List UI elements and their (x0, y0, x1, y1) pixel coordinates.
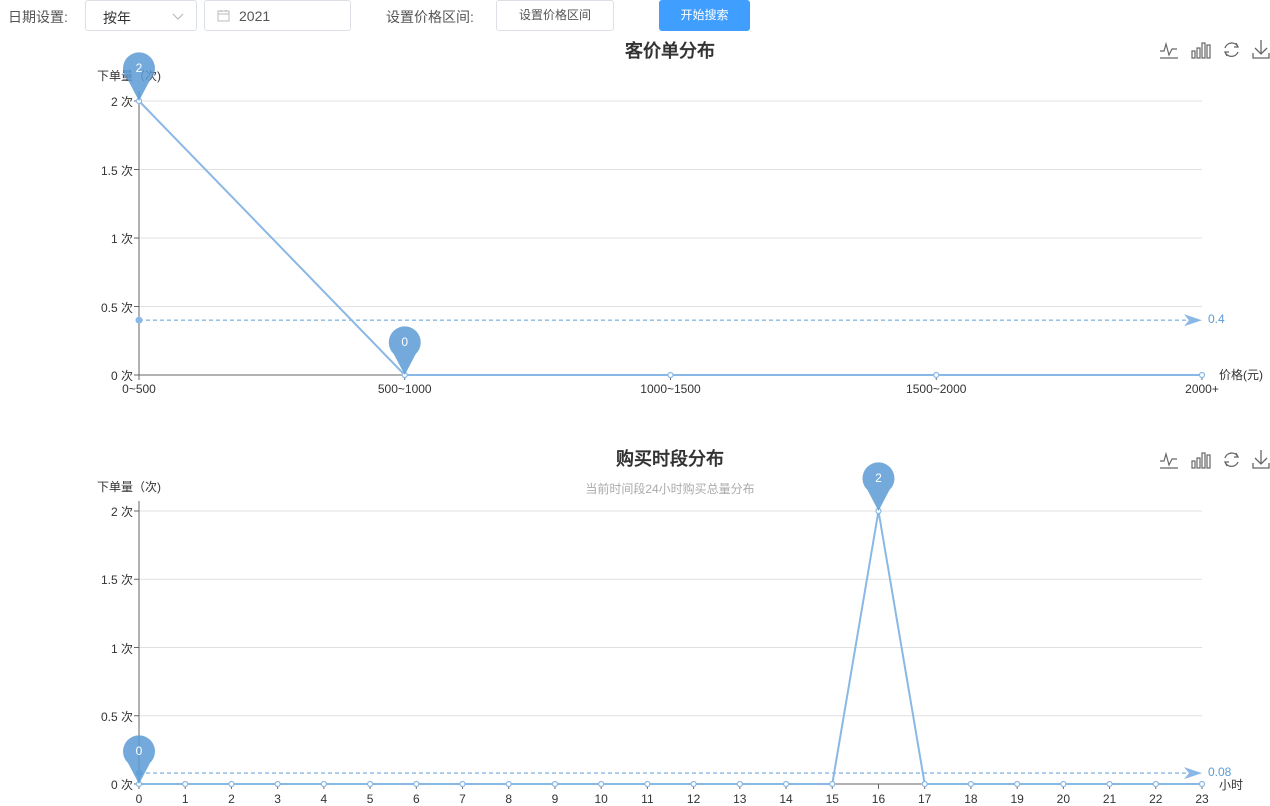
mark-line-label: 0.08 (1208, 765, 1232, 780)
data-point[interactable] (1060, 780, 1067, 788)
data-point[interactable] (1106, 780, 1113, 788)
x-tick-label: 2000+ (1185, 382, 1219, 396)
data-point[interactable] (690, 780, 697, 788)
y-tick-label: 1 次 (110, 641, 133, 656)
y-tick-label: 0.5 次 (100, 300, 133, 315)
mark-line-arrow (1184, 767, 1202, 780)
data-point[interactable] (933, 371, 940, 379)
data-point[interactable] (644, 780, 651, 788)
mark-point-label: 2 (875, 471, 882, 485)
data-point[interactable] (320, 780, 327, 788)
data-point[interactable] (459, 780, 466, 788)
mark-point-label: 0 (135, 744, 143, 758)
data-point[interactable] (505, 780, 512, 788)
data-point[interactable] (967, 780, 975, 788)
data-point[interactable] (1014, 780, 1021, 788)
mark-point-label: 2 (135, 61, 143, 75)
data-point[interactable] (1198, 780, 1206, 788)
hourly-distribution-chart: 购买时段分布 当前时间段24小时购买总量分布 下单量（次) 小时 0 次 0.5 … (0, 410, 1270, 806)
y-tick-label: 1 次 (110, 232, 133, 246)
y-tick-label: 0.5 次 (100, 709, 133, 724)
x-tick-label: 1000~1500 (640, 382, 701, 396)
data-point[interactable] (551, 780, 559, 788)
data-point[interactable] (182, 780, 189, 788)
x-tick-label: 1500~2000 (906, 382, 967, 396)
data-point[interactable] (413, 780, 420, 788)
data-point[interactable] (228, 780, 235, 788)
data-point[interactable] (829, 780, 836, 788)
plot-area (123, 462, 1206, 789)
data-point[interactable] (782, 780, 790, 788)
y-tick-label: 2 次 (110, 95, 133, 109)
price-distribution-chart: 客价单分布 下单量（次) 价格(元) 0 次0.5 次1 次1.5 次2 次0~… (0, 0, 1270, 410)
data-point[interactable] (1152, 780, 1159, 788)
mark-line-start (135, 316, 143, 324)
y-tick-label: 1.5 次 (100, 573, 133, 588)
plot-area (123, 52, 1206, 380)
data-point[interactable] (1198, 371, 1206, 379)
data-point[interactable] (667, 371, 674, 379)
mark-point-pin (388, 326, 421, 375)
mark-line-arrow (1184, 314, 1202, 327)
y-tick-label: 2 次 (110, 505, 133, 519)
data-point[interactable] (366, 780, 374, 788)
mark-point-label: 0 (401, 335, 409, 349)
x-tick-label: 500~1000 (377, 382, 432, 396)
mark-point-pin (862, 462, 895, 511)
data-point[interactable] (736, 780, 743, 788)
data-point[interactable] (598, 780, 605, 788)
data-point[interactable] (274, 780, 281, 788)
x-tick-label: 0~500 (122, 382, 156, 396)
y-tick-label: 1.5 次 (100, 163, 133, 178)
y-tick-label: 0 次 (110, 778, 133, 792)
mark-line-label: 0.4 (1208, 312, 1225, 327)
data-point[interactable] (921, 780, 928, 788)
